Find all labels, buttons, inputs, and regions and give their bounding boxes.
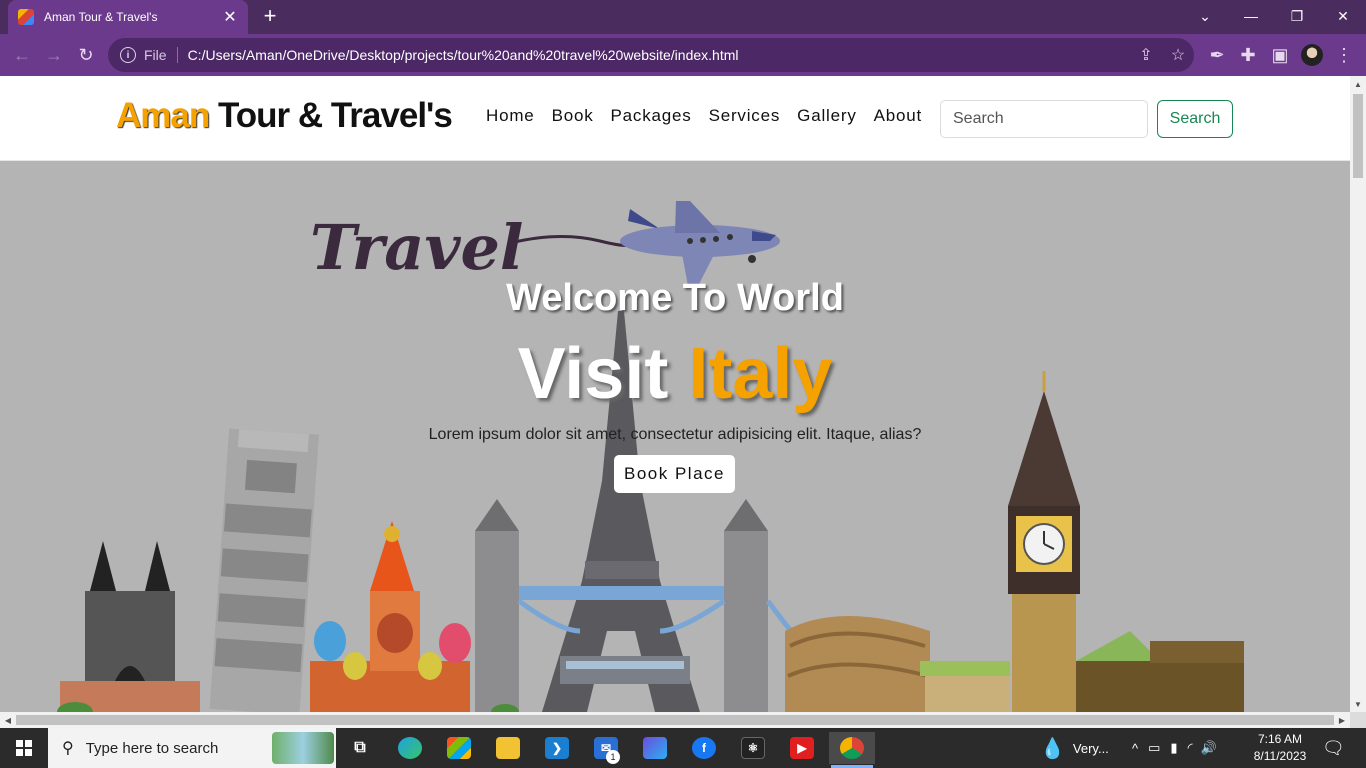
wifi-icon[interactable]: ◜ bbox=[1188, 740, 1193, 756]
hero-title: Visit Italy bbox=[0, 333, 1350, 415]
parliament-buildings-icon bbox=[1076, 631, 1244, 712]
reload-icon[interactable]: ↻ bbox=[74, 43, 98, 67]
big-ben-icon bbox=[1008, 371, 1080, 712]
travel-logo-text: Travel bbox=[310, 211, 524, 284]
file-explorer-icon[interactable] bbox=[488, 732, 528, 764]
battery-icon[interactable]: ▮ bbox=[1170, 740, 1177, 756]
flight-trail bbox=[509, 235, 638, 247]
scroll-right-arrow-icon[interactable]: ▶ bbox=[1334, 712, 1350, 728]
site-navbar: Aman Tour & Travel's Home Book Packages … bbox=[0, 76, 1350, 161]
windows-taskbar: ⚲ Type here to search ⧉ ❯ ✉ 1 f ⚛ ▶ 💧 Ve… bbox=[0, 728, 1366, 768]
site-search-input[interactable] bbox=[940, 100, 1148, 138]
more-menu-icon[interactable]: ⋮ bbox=[1332, 43, 1356, 67]
taskbar-clock[interactable]: 7:16 AM 8/11/2023 bbox=[1240, 731, 1320, 765]
colosseum-icon bbox=[785, 616, 1010, 712]
restore-button[interactable]: ❐ bbox=[1274, 0, 1320, 32]
brand-rest: Tour & Travel's bbox=[209, 96, 453, 135]
hero-welcome-heading: Welcome To World bbox=[506, 277, 844, 319]
microsoft-store-icon[interactable] bbox=[439, 732, 479, 764]
close-window-button[interactable]: ✕ bbox=[1320, 0, 1366, 32]
extensions-puzzle-icon[interactable]: ✚ bbox=[1236, 43, 1260, 67]
chrome-icon[interactable] bbox=[829, 732, 875, 768]
mail-badge: 1 bbox=[606, 750, 620, 764]
facebook-icon[interactable]: f bbox=[684, 732, 724, 764]
nav-link-home[interactable]: Home bbox=[486, 106, 535, 126]
vscode-icon[interactable]: ❯ bbox=[537, 732, 577, 764]
vertical-scrollbar[interactable]: ▲ ▼ bbox=[1350, 76, 1366, 712]
taskbar-search-placeholder: Type here to search bbox=[85, 739, 219, 757]
clock-time: 7:16 AM bbox=[1257, 732, 1303, 746]
nav-links: Home Book Packages Services Gallery Abou… bbox=[486, 106, 922, 126]
airplane-icon bbox=[620, 201, 780, 286]
horizontal-scroll-thumb[interactable] bbox=[16, 715, 1334, 725]
taskbar-search-box[interactable]: ⚲ Type here to search bbox=[48, 728, 336, 768]
brand-first-word: Aman bbox=[116, 96, 210, 135]
react-devtools-icon[interactable]: ⚛ bbox=[733, 732, 773, 764]
show-hidden-icons-chevron-icon[interactable]: ^ bbox=[1132, 741, 1138, 756]
tab-title: Aman Tour & Travel's bbox=[44, 10, 158, 24]
hero-description: Lorem ipsum dolor sit amet, consectetur … bbox=[428, 426, 922, 443]
browser-tab-strip: Aman Tour & Travel's ✕ + ⌄ — ❐ ✕ bbox=[0, 0, 1366, 34]
scroll-left-arrow-icon[interactable]: ◀ bbox=[0, 712, 16, 728]
site-search-button[interactable]: Search bbox=[1157, 100, 1233, 138]
address-bar[interactable]: i File C:/Users/Aman/OneDrive/Desktop/pr… bbox=[108, 38, 1194, 72]
vertical-scroll-thumb[interactable] bbox=[1353, 94, 1363, 178]
profile-avatar[interactable] bbox=[1300, 43, 1324, 67]
hero-title-visit: Visit bbox=[517, 334, 669, 414]
nav-link-about[interactable]: About bbox=[874, 106, 922, 126]
eyedropper-extension-icon[interactable]: ✒ bbox=[1205, 43, 1229, 67]
youtube-icon[interactable]: ▶ bbox=[782, 732, 822, 764]
st-basils-cathedral-icon bbox=[310, 521, 471, 712]
water-drop-icon: 💧 bbox=[1040, 737, 1065, 760]
nav-link-services[interactable]: Services bbox=[709, 106, 781, 126]
page-viewport: Aman Tour & Travel's Home Book Packages … bbox=[0, 76, 1350, 712]
scroll-down-arrow-icon[interactable]: ▼ bbox=[1350, 696, 1366, 712]
horizontal-scrollbar[interactable]: ◀ ▶ bbox=[0, 712, 1350, 728]
notifications-icon[interactable]: 🗨 bbox=[1322, 728, 1345, 768]
close-tab-icon[interactable]: ✕ bbox=[222, 7, 238, 27]
nav-link-gallery[interactable]: Gallery bbox=[797, 106, 856, 126]
search-highlight-image bbox=[272, 732, 334, 764]
copilot-icon[interactable] bbox=[635, 732, 675, 764]
search-icon: ⚲ bbox=[62, 740, 74, 757]
volume-icon[interactable]: 🔊 bbox=[1201, 740, 1217, 756]
tab-search-chevron-icon[interactable]: ⌄ bbox=[1182, 0, 1228, 32]
scroll-up-arrow-icon[interactable]: ▲ bbox=[1350, 76, 1366, 92]
forward-arrow-icon[interactable]: → bbox=[42, 43, 66, 67]
url-scheme-label: File bbox=[144, 47, 178, 63]
bookmark-star-icon[interactable]: ☆ bbox=[1162, 45, 1194, 65]
edge-browser-icon[interactable] bbox=[390, 732, 430, 764]
leaning-tower-pisa-icon bbox=[209, 428, 319, 712]
book-place-button[interactable]: Book Place bbox=[614, 455, 735, 493]
clock-date: 8/11/2023 bbox=[1253, 749, 1307, 763]
browser-tab[interactable]: Aman Tour & Travel's ✕ bbox=[8, 0, 248, 34]
hero-section: Travel Welcome To World Visit Italy Lore… bbox=[0, 161, 1350, 712]
nav-link-packages[interactable]: Packages bbox=[611, 106, 692, 126]
favicon-icon bbox=[18, 9, 34, 25]
meet-now-icon[interactable]: ▭ bbox=[1148, 740, 1160, 756]
system-tray-icons: ^ ▭ ▮ ◜ 🔊 bbox=[1132, 728, 1217, 768]
minimize-button[interactable]: — bbox=[1228, 0, 1274, 32]
windows-logo-icon bbox=[16, 740, 32, 756]
nav-link-book[interactable]: Book bbox=[552, 106, 594, 126]
mail-icon[interactable]: ✉ 1 bbox=[586, 732, 626, 764]
site-info-icon[interactable]: i bbox=[120, 47, 136, 63]
weather-widget[interactable]: 💧 Very... bbox=[1040, 728, 1109, 768]
url-text[interactable]: C:/Users/Aman/OneDrive/Desktop/projects/… bbox=[188, 47, 1130, 63]
site-brand-logo[interactable]: Aman Tour & Travel's bbox=[116, 96, 453, 136]
back-arrow-icon[interactable]: ← bbox=[10, 43, 34, 67]
new-tab-button[interactable]: + bbox=[258, 5, 282, 29]
hero-title-destination: Italy bbox=[688, 334, 833, 414]
side-panel-icon[interactable]: ▣ bbox=[1268, 43, 1292, 67]
task-view-icon[interactable]: ⧉ bbox=[340, 732, 380, 764]
start-button[interactable] bbox=[0, 728, 48, 768]
old-town-towers-icon bbox=[60, 541, 200, 712]
share-icon[interactable]: ⇪ bbox=[1130, 45, 1162, 65]
scrollbar-corner bbox=[1350, 712, 1366, 728]
browser-toolbar: ← → ↻ i File C:/Users/Aman/OneDrive/Desk… bbox=[0, 34, 1366, 76]
weather-text: Very... bbox=[1072, 740, 1109, 756]
